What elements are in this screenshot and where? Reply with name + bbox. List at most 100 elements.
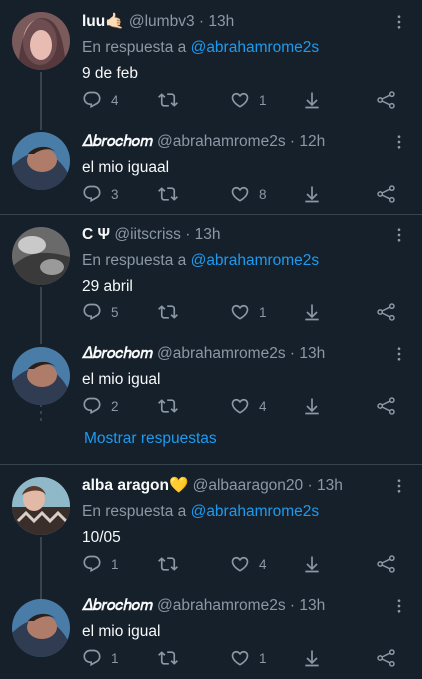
share-icon [376,184,396,204]
reply-count: 1 [111,556,119,572]
retweet-button[interactable] [158,646,187,670]
like-button[interactable]: 4 [230,394,267,418]
display-name[interactable]: C Ψ [82,226,110,243]
display-name[interactable]: 𝛥𝑏𝑟𝑜𝑐ℎ𝑜𝑚 [82,345,153,362]
tweet-text: el mio iguaal [82,159,170,176]
avatar[interactable] [12,132,70,190]
heart-icon [230,184,250,204]
timestamp[interactable]: · 13h [307,477,342,494]
like-count: 1 [259,650,267,666]
retweet-button[interactable] [158,552,187,576]
reply-to-link[interactable]: @abrahamrome2s [191,39,320,56]
avatar[interactable] [12,227,70,285]
retweet-button[interactable] [158,88,187,112]
share-icon [376,396,396,416]
reply-icon [82,184,102,204]
download-icon [302,396,322,416]
more-icon[interactable] [390,344,408,364]
share-button[interactable] [376,300,396,324]
retweet-icon [158,648,178,668]
user-handle[interactable]: @lumbv3 [129,13,195,30]
retweet-icon [158,554,178,574]
timestamp[interactable]: · 13h [290,345,325,362]
display-name[interactable]: 𝛥𝑏𝑟𝑜𝑐ℎ𝑜𝑚 [82,133,153,150]
download-button[interactable] [302,300,322,324]
tweet[interactable]: 𝛥𝑏𝑟𝑜𝑐ℎ𝑜𝑚 @abrahamrome2s · 13h el mio igu… [0,587,422,679]
reply-icon [82,396,102,416]
reply-count: 4 [111,92,119,108]
more-icon[interactable] [390,476,408,496]
avatar[interactable] [12,12,70,70]
reply-button[interactable]: 1 [82,552,119,576]
like-button[interactable]: 4 [230,552,267,576]
reply-button[interactable]: 3 [82,182,119,206]
share-button[interactable] [376,394,396,418]
retweet-button[interactable] [158,300,187,324]
display-name[interactable]: 𝛥𝑏𝑟𝑜𝑐ℎ𝑜𝑚 [82,597,153,614]
heart-icon [230,554,250,574]
more-icon[interactable] [390,12,408,32]
share-icon [376,554,396,574]
like-button[interactable]: 1 [230,300,267,324]
like-button[interactable]: 1 [230,646,267,670]
tweet-text: el mio igual [82,623,161,640]
timestamp[interactable]: · 13h [199,13,234,30]
user-handle[interactable]: @albaaragon20 [193,477,304,494]
heart-icon [230,648,250,668]
like-count: 4 [259,398,267,414]
download-button[interactable] [302,182,322,206]
share-button[interactable] [376,552,396,576]
share-button[interactable] [376,182,396,206]
share-button[interactable] [376,646,396,670]
tweet-text: 29 abril [82,278,133,295]
avatar[interactable] [12,347,70,405]
tweet[interactable]: luu🤙🏻 @lumbv3 · 13h En respuesta a @abra… [0,0,422,120]
download-button[interactable] [302,646,322,670]
share-icon [376,302,396,322]
user-handle[interactable]: @iitscriss [114,226,181,243]
reply-to-link[interactable]: @abrahamrome2s [191,503,320,520]
download-button[interactable] [302,394,322,418]
reply-button[interactable]: 4 [82,88,119,112]
more-icon[interactable] [390,225,408,245]
heart-icon [230,90,250,110]
retweet-button[interactable] [158,182,187,206]
like-count: 1 [259,92,267,108]
more-icon[interactable] [390,132,408,152]
reply-button[interactable]: 5 [82,300,119,324]
reply-count: 5 [111,304,119,320]
share-button[interactable] [376,88,396,112]
reply-to-link[interactable]: @abrahamrome2s [191,252,320,269]
user-handle[interactable]: @abrahamrome2s [157,345,286,362]
timestamp[interactable]: · 13h [290,597,325,614]
download-button[interactable] [302,88,322,112]
user-handle[interactable]: @abrahamrome2s [157,597,286,614]
retweet-icon [158,90,178,110]
reply-button[interactable]: 2 [82,394,119,418]
download-icon [302,90,322,110]
tweet[interactable]: C Ψ @iitscriss · 13h En respuesta a @abr… [0,215,422,335]
download-icon [302,184,322,204]
like-count: 4 [259,556,267,572]
tweet[interactable]: alba aragon💛 @albaaragon20 · 13h En resp… [0,465,422,585]
timestamp[interactable]: · 12h [290,133,325,150]
download-button[interactable] [302,552,322,576]
reply-prefix: En respuesta a [82,252,187,269]
tweet[interactable]: 𝛥𝑏𝑟𝑜𝑐ℎ𝑜𝑚 @abrahamrome2s · 13h el mio igu… [0,335,422,425]
tweet[interactable]: 𝛥𝑏𝑟𝑜𝑐ℎ𝑜𝑚 @abrahamrome2s · 12h el mio igu… [0,120,422,214]
reply-icon [82,554,102,574]
display-name[interactable]: alba aragon💛 [82,477,188,494]
reply-button[interactable]: 1 [82,646,119,670]
reply-count: 2 [111,398,119,414]
display-name[interactable]: luu🤙🏻 [82,13,125,30]
show-replies-link[interactable]: Mostrar respuestas [84,430,217,448]
retweet-button[interactable] [158,394,187,418]
avatar[interactable] [12,477,70,535]
timestamp[interactable]: · 13h [185,226,220,243]
like-button[interactable]: 1 [230,88,267,112]
avatar[interactable] [12,599,70,657]
tweet-text: 9 de feb [82,65,139,82]
more-icon[interactable] [390,596,408,616]
user-handle[interactable]: @abrahamrome2s [157,133,286,150]
like-button[interactable]: 8 [230,182,267,206]
